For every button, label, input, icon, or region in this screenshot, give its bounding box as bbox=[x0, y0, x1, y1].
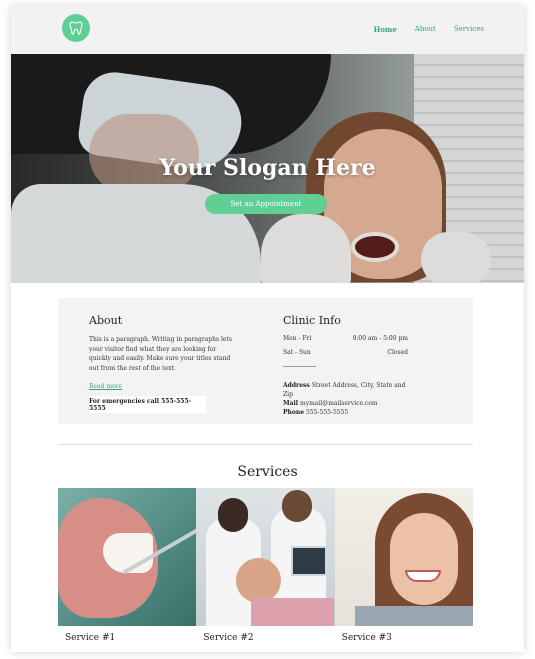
service-image[interactable] bbox=[334, 488, 473, 626]
service-image-smile bbox=[404, 570, 441, 582]
services-heading: Services bbox=[237, 464, 298, 480]
mail-line: Mail mymail@mailservice.com bbox=[283, 399, 408, 408]
address-line: Address Street Address, City, State and … bbox=[283, 381, 408, 399]
about-paragraph: This is a paragraph. Writing in paragrap… bbox=[89, 336, 232, 372]
phone-value[interactable]: 555-555-5555 bbox=[306, 409, 348, 416]
service-image-face bbox=[389, 513, 458, 605]
about-section: About This is a paragraph. Writing in pa… bbox=[89, 314, 239, 413]
mail-value[interactable]: mymail@mailservice.com bbox=[300, 400, 378, 407]
site-header: Home About Services bbox=[11, 6, 524, 54]
hero-banner: Your Slogan Here Set an Appointment bbox=[11, 54, 524, 283]
nav-home[interactable]: Home bbox=[374, 25, 397, 34]
hero-title: Your Slogan Here bbox=[159, 155, 376, 181]
phone-line: Phone 555-555-5555 bbox=[283, 408, 408, 417]
appointment-button[interactable]: Set an Appointment bbox=[205, 194, 327, 214]
mail-label: Mail bbox=[283, 400, 299, 407]
service-label[interactable]: Service #1 bbox=[58, 633, 196, 643]
read-more-link[interactable]: Read more bbox=[89, 383, 239, 390]
hours-days: Sat - Sun bbox=[283, 349, 311, 356]
address-label: Address bbox=[283, 382, 310, 389]
contact-details: Address Street Address, City, State and … bbox=[283, 381, 408, 417]
about-heading: About bbox=[89, 314, 123, 327]
nav-services[interactable]: Services bbox=[454, 25, 484, 34]
hours-row: Mon - Fri 9:00 am - 5:00 pm bbox=[283, 335, 408, 342]
hours-time: 9:00 am - 5:00 pm bbox=[352, 335, 408, 342]
hours-row: Sat - Sun Closed bbox=[283, 349, 408, 356]
service-image[interactable] bbox=[196, 488, 335, 626]
hours-days: Mon - Fri bbox=[283, 335, 312, 342]
website-page: Home About Services Your Slogan Here Set… bbox=[11, 6, 524, 652]
emergency-call-box[interactable]: For emergencies call 555-555-5555 bbox=[89, 396, 206, 413]
section-divider bbox=[58, 444, 473, 445]
service-label[interactable]: Service #2 bbox=[196, 633, 334, 643]
service-image-dentist-head bbox=[282, 490, 313, 522]
hours-time: Closed bbox=[387, 349, 408, 356]
service-image-shirt bbox=[354, 606, 473, 626]
clinic-heading: Clinic Info bbox=[283, 314, 341, 327]
service-image-dentist-head bbox=[218, 498, 249, 532]
phone-label: Phone bbox=[283, 409, 305, 416]
info-panel: About This is a paragraph. Writing in pa… bbox=[58, 298, 473, 424]
service-image-patient-shirt bbox=[251, 598, 335, 626]
tooth-icon-graphic bbox=[69, 21, 83, 35]
services-grid: Service #1 Service #2 Service #3 bbox=[58, 488, 473, 643]
tooth-icon[interactable] bbox=[62, 14, 90, 42]
service-card[interactable]: Service #3 bbox=[334, 488, 473, 643]
service-card[interactable]: Service #2 bbox=[196, 488, 335, 643]
service-card[interactable]: Service #1 bbox=[58, 488, 197, 643]
divider bbox=[283, 366, 316, 367]
service-image-xray bbox=[291, 546, 328, 576]
service-image[interactable] bbox=[58, 488, 197, 626]
clinic-info-section: Clinic Info Mon - Fri 9:00 am - 5:00 pm … bbox=[283, 314, 408, 417]
service-label[interactable]: Service #3 bbox=[335, 633, 473, 643]
main-nav: Home About Services bbox=[374, 25, 484, 34]
nav-about[interactable]: About bbox=[415, 25, 436, 34]
